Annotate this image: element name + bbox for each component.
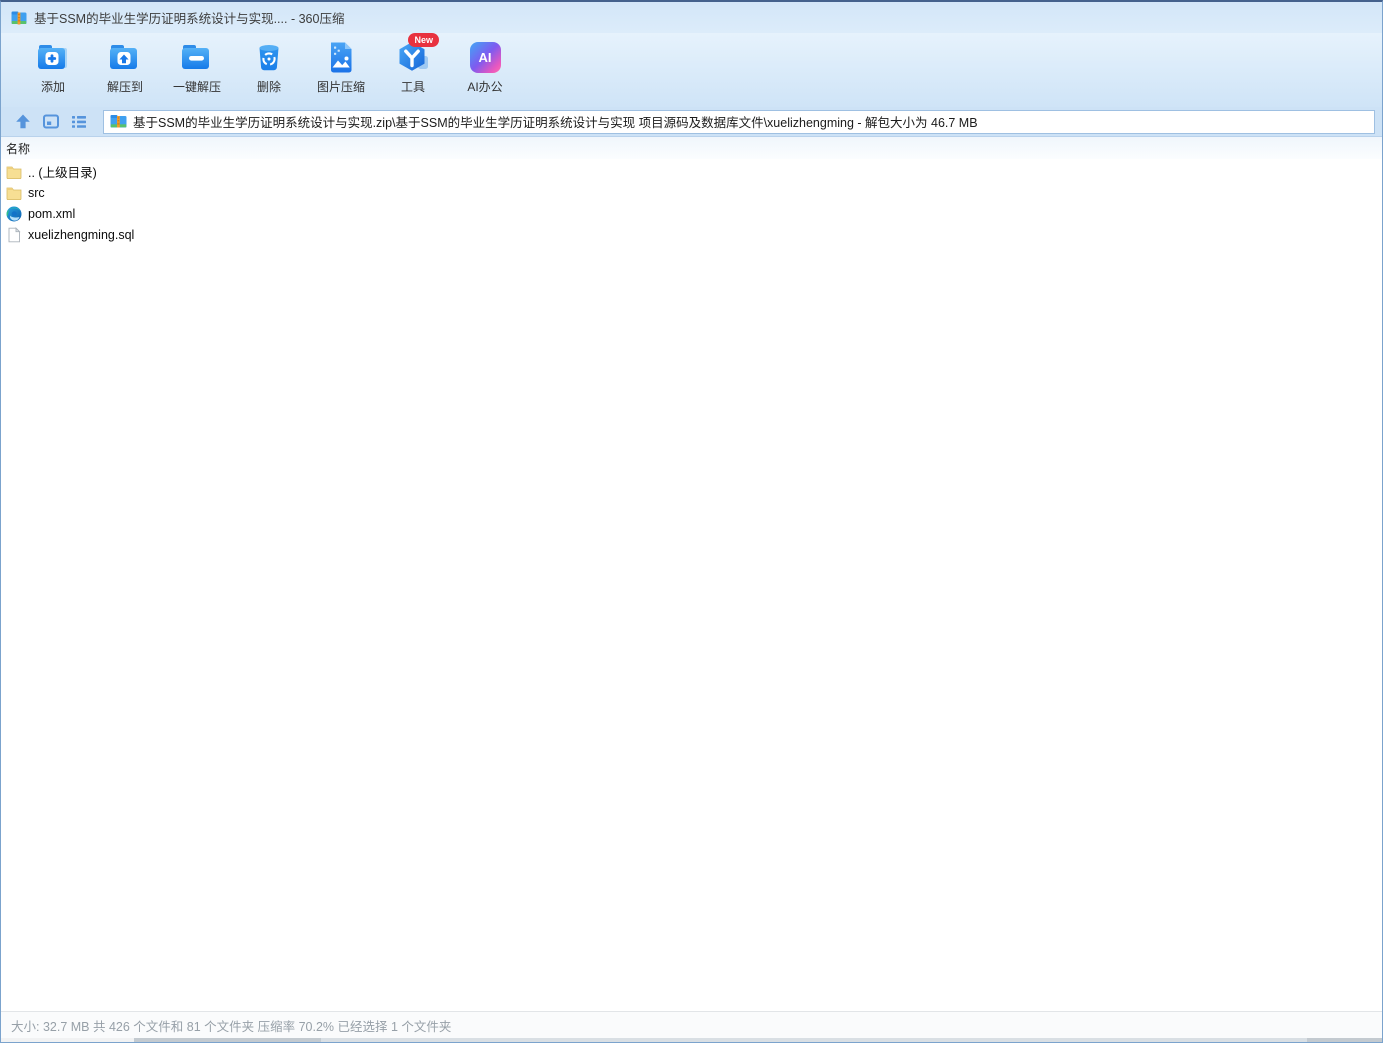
up-button[interactable] (11, 111, 35, 133)
image-compress-button-label: 图片压缩 (316, 80, 365, 94)
file-name: .. (上级目录) (28, 166, 97, 180)
preview-pane-icon (43, 114, 59, 129)
tools-button-label: 工具 (400, 80, 425, 94)
extract-to-icon (105, 37, 145, 77)
ai-office-button-label: AI办公 (467, 80, 503, 94)
list-item-pom-xml[interactable]: pom.xml (1, 203, 1382, 224)
list-item-parent-dir[interactable]: .. (上级目录) (1, 161, 1382, 182)
image-compress-icon (321, 37, 361, 77)
tools-icon: New (393, 33, 439, 77)
tools-new-badge: New (408, 33, 439, 47)
one-click-extract-button[interactable]: 一键解压 (161, 37, 233, 103)
ai-office-button[interactable]: AI AI办公 (449, 37, 521, 103)
one-click-extract-icon (177, 37, 217, 77)
column-header-name[interactable]: 名称 (1, 137, 1382, 159)
list-view-icon (72, 116, 86, 128)
edge-browser-icon (6, 206, 22, 221)
zip-archive-icon (11, 10, 27, 26)
window-title: 基于SSM的毕业生学历证明系统设计与实现.... - 360压缩 (34, 12, 345, 26)
taskbar-segment (321, 1038, 1307, 1042)
up-icon (16, 114, 30, 129)
preview-pane-button[interactable] (39, 111, 63, 133)
add-archive-icon (33, 37, 73, 77)
toolbar: 添加 解压到 一键解压 删除 图片压缩 New 工具 AI AI办公 (1, 33, 1382, 107)
list-item-src[interactable]: src (1, 182, 1382, 203)
extract-to-button[interactable]: 解压到 (89, 37, 161, 103)
archive-path: 基于SSM的毕业生学历证明系统设计与实现.zip\基于SSM的毕业生学历证明系统… (133, 116, 978, 130)
add-button[interactable]: 添加 (17, 37, 89, 103)
taskbar-segment (1307, 1038, 1382, 1042)
name-header-label: 名称 (6, 141, 31, 156)
file-list: .. (上级目录) src pom.xml xuelizhengming.sql (1, 159, 1382, 1011)
list-item-sql[interactable]: xuelizhengming.sql (1, 224, 1382, 245)
tools-button[interactable]: New 工具 (377, 33, 449, 103)
delete-button[interactable]: 删除 (233, 37, 305, 103)
folder-icon (6, 166, 22, 179)
taskbar-segment (1, 1038, 134, 1042)
add-button-label: 添加 (40, 80, 65, 94)
taskbar-edge (1, 1038, 1382, 1042)
status-bar: 大小: 32.7 MB 共 426 个文件和 81 个文件夹 压缩率 70.2%… (1, 1011, 1382, 1038)
file-name: src (28, 185, 45, 200)
sql-file-icon (8, 226, 21, 242)
delete-button-label: 删除 (256, 80, 281, 94)
one-click-extract-button-label: 一键解压 (172, 80, 221, 94)
file-name: pom.xml (28, 206, 76, 221)
address-input[interactable]: 基于SSM的毕业生学历证明系统设计与实现.zip\基于SSM的毕业生学历证明系统… (103, 109, 1375, 134)
status-text: 大小: 32.7 MB 共 426 个文件和 81 个文件夹 压缩率 70.2%… (11, 1019, 452, 1034)
app-window: 基于SSM的毕业生学历证明系统设计与实现.... - 360压缩 添加 解压到 … (0, 0, 1383, 1043)
title-bar: 基于SSM的毕业生学历证明系统设计与实现.... - 360压缩 (1, 2, 1382, 33)
list-view-button[interactable] (67, 111, 91, 133)
delete-icon (249, 37, 289, 77)
ai-office-icon-text: AI (469, 41, 501, 73)
file-name: xuelizhengming.sql (28, 227, 135, 242)
zip-archive-icon (110, 114, 127, 129)
folder-icon (6, 187, 22, 200)
ai-office-icon: AI (465, 37, 505, 77)
address-bar-row: 基于SSM的毕业生学历证明系统设计与实现.zip\基于SSM的毕业生学历证明系统… (1, 107, 1382, 137)
image-compress-button[interactable]: 图片压缩 (305, 37, 377, 103)
taskbar-segment (134, 1038, 321, 1042)
extract-to-button-label: 解压到 (106, 80, 143, 94)
